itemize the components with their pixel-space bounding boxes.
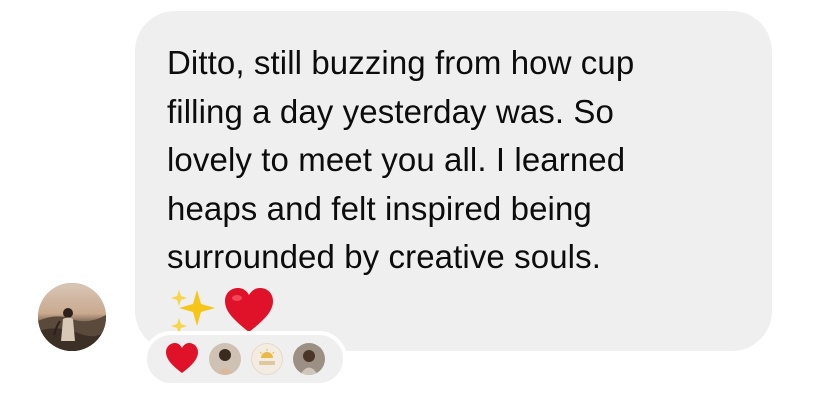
red-heart-icon xyxy=(225,287,273,332)
profile-photo-icon xyxy=(38,283,106,351)
message-text: Ditto, still buzzing from how cup fillin… xyxy=(167,44,635,275)
reactor-avatar-3[interactable] xyxy=(293,343,325,375)
heart-reaction-icon xyxy=(166,343,198,373)
reactor-avatar-1[interactable] xyxy=(209,343,241,375)
reactor-avatar-2[interactable] xyxy=(251,343,283,375)
reactor-photo-icon xyxy=(209,343,241,375)
little-sunny-logo-icon xyxy=(251,343,283,375)
reaction-bar[interactable] xyxy=(143,331,347,387)
reactor-photo-icon xyxy=(293,343,325,375)
message-row: Ditto, still buzzing from how cup fillin… xyxy=(0,0,839,409)
message-bubble[interactable]: Ditto, still buzzing from how cup fillin… xyxy=(135,11,772,351)
sparkles-icon xyxy=(171,289,215,334)
sender-avatar[interactable] xyxy=(38,283,106,351)
